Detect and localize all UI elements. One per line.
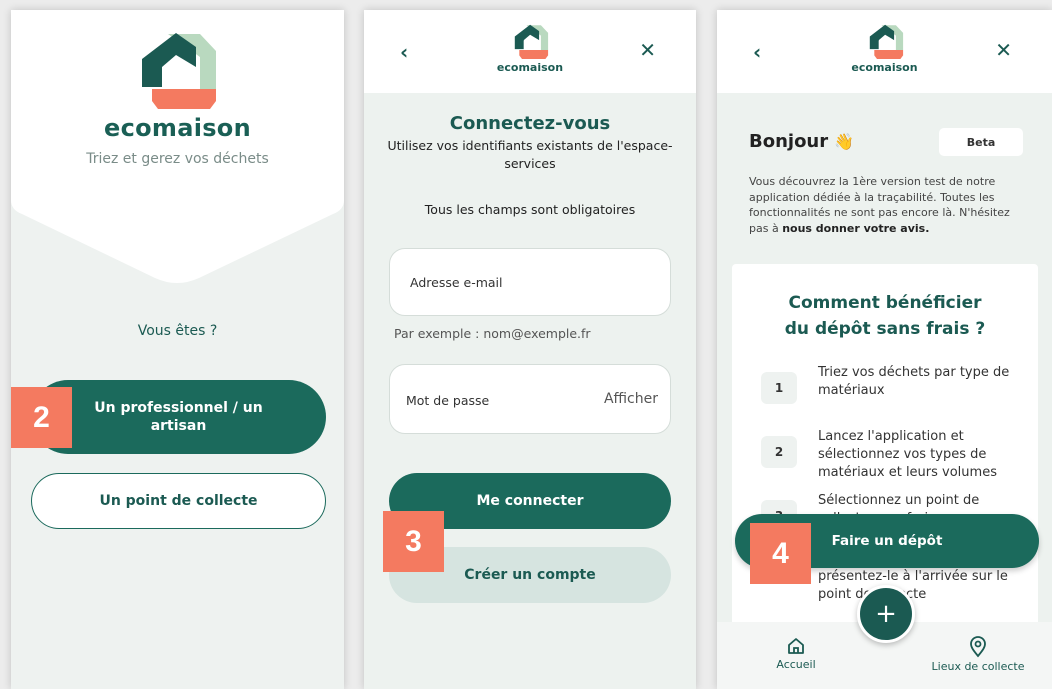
brand-name: ecomaison bbox=[496, 61, 564, 74]
nav-collection-places[interactable]: Lieux de collecte bbox=[923, 636, 1033, 673]
feedback-link[interactable]: nous donner votre avis. bbox=[782, 222, 929, 235]
app-header: ‹ ecomaison ✕ bbox=[717, 10, 1052, 93]
tagline: Triez et gerez vos déchets bbox=[86, 151, 269, 167]
user-type-question: Vous êtes ? bbox=[137, 323, 218, 339]
close-icon[interactable]: ✕ bbox=[639, 38, 656, 62]
login-screen: ‹ ecomaison ✕ Connectez-vous Utilisez vo… bbox=[364, 10, 696, 689]
nav-places-label: Lieux de collecte bbox=[931, 660, 1025, 673]
nav-home[interactable]: Accueil bbox=[771, 636, 821, 671]
step-badge-4: 4 bbox=[750, 523, 811, 584]
greeting: Bonjour 👋 bbox=[749, 131, 854, 152]
step-badge-3: 3 bbox=[383, 511, 444, 572]
email-field[interactable]: Adresse e-mail bbox=[389, 248, 671, 316]
close-icon[interactable]: ✕ bbox=[995, 38, 1012, 62]
home-icon bbox=[788, 638, 804, 654]
collection-point-button[interactable]: Un point de collecte bbox=[31, 473, 326, 529]
welcome-header: ecomaison Triez et gerez vos déchets bbox=[11, 10, 344, 300]
ecomaison-logo-icon bbox=[142, 33, 216, 109]
add-button[interactable]: + bbox=[857, 585, 915, 643]
brand-name: ecomaison bbox=[851, 61, 918, 74]
password-field[interactable]: Mot de passe Afficher bbox=[389, 364, 671, 434]
card-title: Comment bénéficier du dépôt sans frais ? bbox=[732, 290, 1038, 342]
intro-text: Vous découvrez la 1ère version test de n… bbox=[749, 174, 1019, 236]
card-title-line1: Comment bénéficier bbox=[788, 293, 982, 313]
professional-button[interactable]: Un professionnel / un artisan bbox=[31, 380, 326, 454]
wave-icon: 👋 bbox=[834, 132, 855, 151]
greeting-text: Bonjour bbox=[749, 131, 829, 152]
nav-home-label: Accueil bbox=[776, 658, 816, 671]
step-text: Triez vos déchets par type de matériaux bbox=[818, 365, 1010, 398]
email-hint: Par exemple : nom@exemple.fr bbox=[394, 326, 591, 341]
step-text: Lancez l'application et sélectionnez vos… bbox=[818, 429, 997, 480]
step-number: 1 bbox=[761, 372, 797, 404]
welcome-screen: ecomaison Triez et gerez vos déchets Vou… bbox=[11, 10, 344, 689]
home-screen: ‹ ecomaison ✕ Bonjour 👋 Beta Vous découv… bbox=[717, 10, 1052, 689]
email-label: Adresse e-mail bbox=[410, 275, 503, 290]
map-pin-icon bbox=[970, 636, 986, 658]
page-title: Connectez-vous bbox=[449, 113, 611, 134]
brand-name: ecomaison bbox=[104, 114, 251, 142]
required-note: Tous les champs sont obligatoires bbox=[424, 202, 636, 217]
step-number: 2 bbox=[761, 436, 797, 468]
step-text: présentez-le à l'arrivée sur le point de… bbox=[818, 569, 1008, 602]
ecomaison-logo-icon bbox=[514, 24, 549, 59]
login-subtitle: Utilisez vos identifiants existants de l… bbox=[387, 138, 673, 171]
beta-badge: Beta bbox=[939, 128, 1023, 156]
card-title-line2: du dépôt sans frais ? bbox=[784, 319, 986, 339]
show-password-toggle[interactable]: Afficher bbox=[604, 391, 658, 407]
password-label: Mot de passe bbox=[406, 393, 490, 408]
ecomaison-logo-icon bbox=[869, 24, 904, 59]
app-header: ‹ ecomaison ✕ bbox=[364, 10, 696, 93]
step-badge-2: 2 bbox=[11, 387, 72, 448]
